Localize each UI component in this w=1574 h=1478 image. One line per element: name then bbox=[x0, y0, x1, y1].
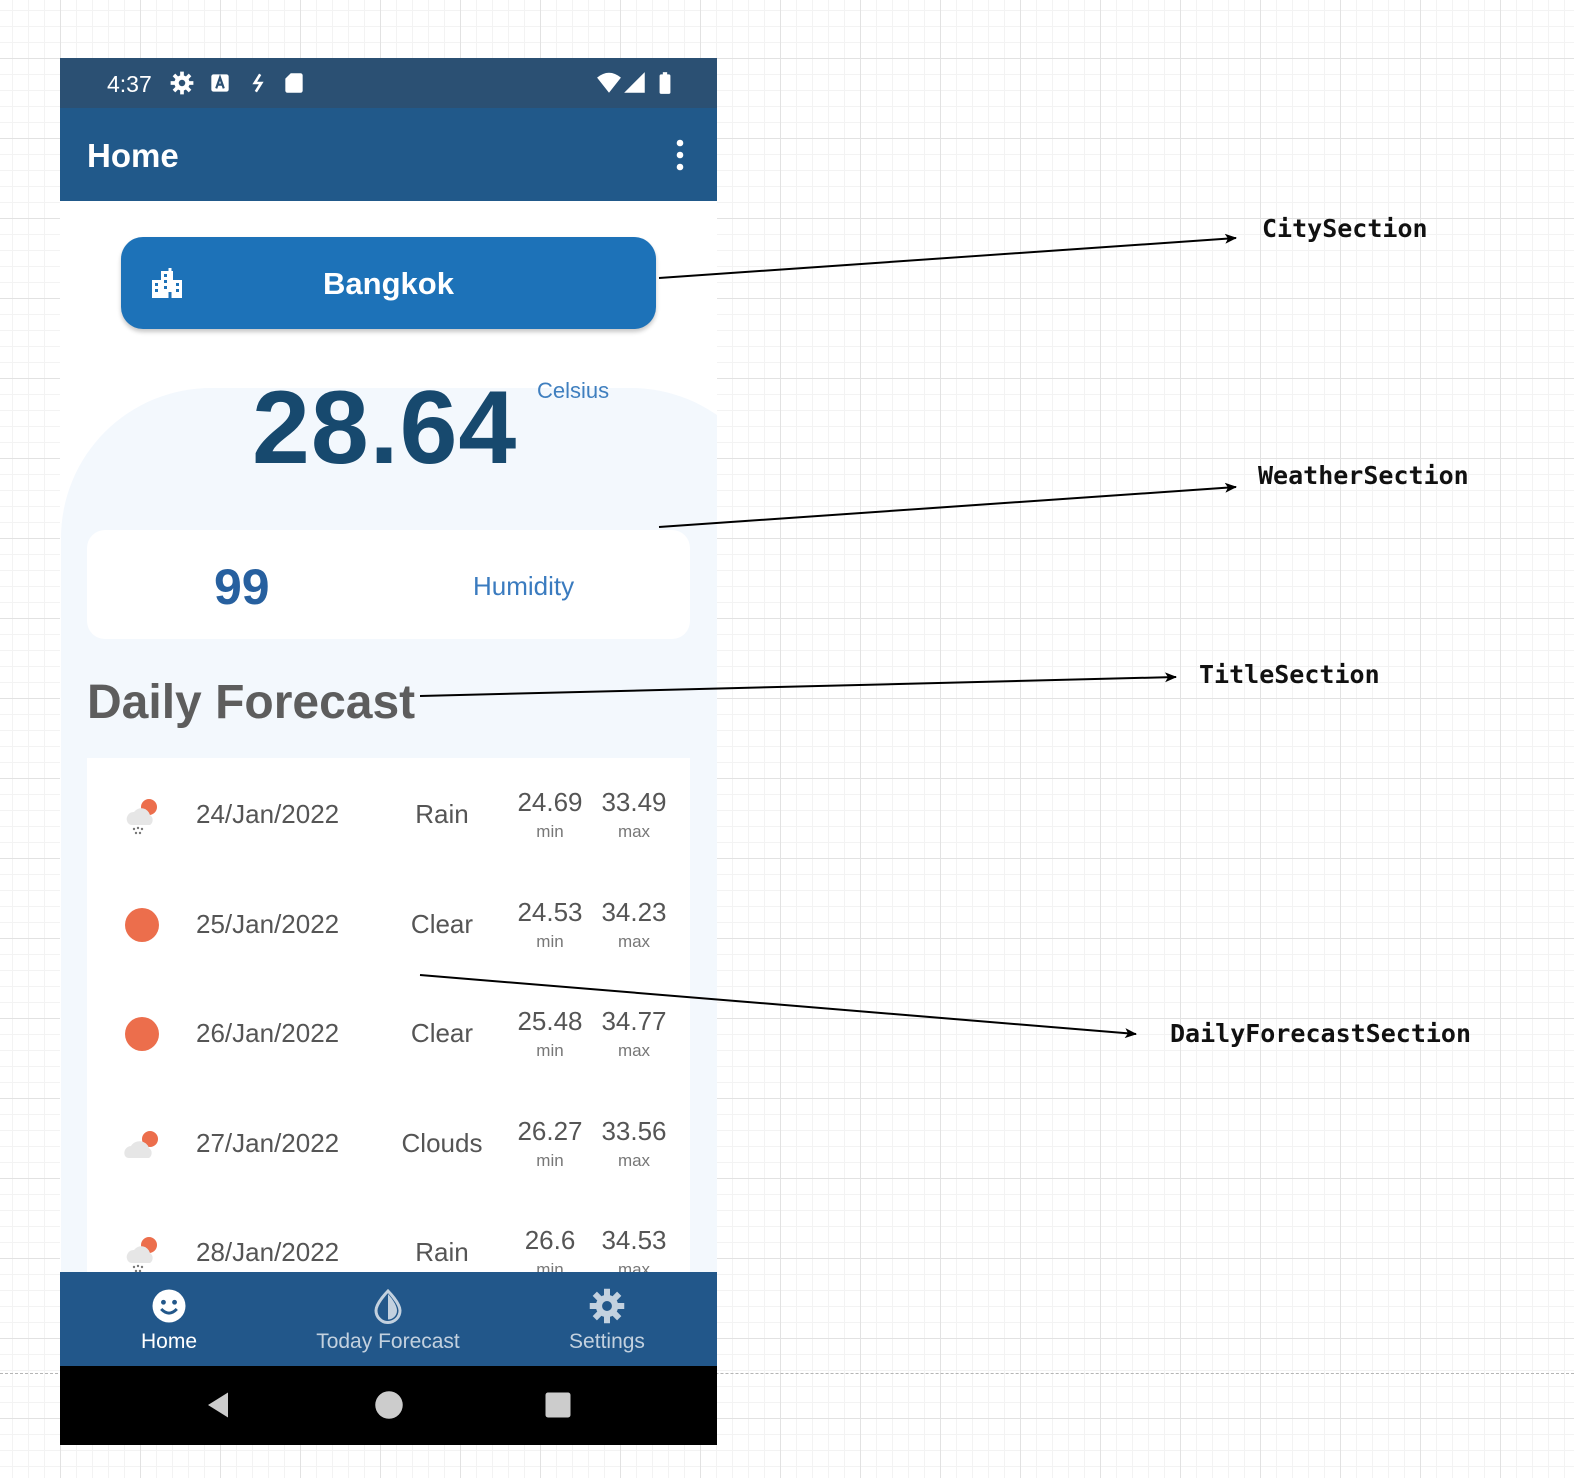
signal-status-icon bbox=[624, 72, 645, 93]
home-circle-icon[interactable] bbox=[374, 1390, 404, 1420]
forecast-date: 27/Jan/2022 bbox=[196, 1128, 340, 1158]
status-bar: 4:37 bbox=[60, 58, 717, 108]
daily-forecast-list: 24/Jan/2022 Rain 24.69 33.49 min max 25/… bbox=[87, 758, 690, 1272]
battery-status-icon bbox=[659, 72, 671, 94]
forecast-max-value: 33.49 bbox=[601, 787, 667, 817]
forecast-description: Clear bbox=[410, 1018, 474, 1048]
phone-screen: 4:37 Home Bangkok 28.64 Celsius 99 Humid… bbox=[60, 58, 717, 1445]
app-bar: Home bbox=[60, 108, 717, 201]
nav-settings[interactable]: Settings bbox=[538, 1272, 676, 1366]
bottom-navigation: Home Today Forecast Settings bbox=[60, 1272, 717, 1366]
forecast-date: 24/Jan/2022 bbox=[196, 799, 340, 829]
city-name: Bangkok bbox=[323, 266, 454, 301]
temperature-value: 28.64 bbox=[252, 370, 518, 486]
forecast-max-label: max bbox=[617, 932, 651, 951]
forecast-min-label: min bbox=[536, 1041, 564, 1060]
rain-icon bbox=[126, 799, 157, 835]
forecast-max-value: 34.23 bbox=[601, 897, 667, 927]
recents-icon[interactable] bbox=[543, 1390, 573, 1420]
sun-icon bbox=[125, 1017, 159, 1051]
humidity-label: Humidity bbox=[473, 571, 575, 601]
sun-icon bbox=[125, 908, 159, 942]
city-button[interactable]: Bangkok bbox=[121, 237, 656, 329]
forecast-max-value: 34.77 bbox=[601, 1006, 667, 1036]
humidity-value: 99 bbox=[214, 559, 270, 615]
city-section-arrow bbox=[658, 233, 1237, 279]
forecast-min-label: min bbox=[536, 1260, 564, 1272]
forecast-date: 26/Jan/2022 bbox=[196, 1018, 340, 1048]
forecast-row[interactable]: 24/Jan/2022 Rain 24.69 33.49 min max bbox=[87, 758, 690, 867]
home-content: Bangkok 28.64 Celsius 99 Humidity Daily … bbox=[60, 201, 717, 1272]
humidity-card: 99 Humidity bbox=[87, 530, 690, 639]
forecast-min-label: min bbox=[536, 822, 564, 841]
status-time: 4:37 bbox=[107, 71, 152, 97]
forecast-min-value: 25.48 bbox=[517, 1006, 583, 1036]
app-bar-title: Home bbox=[87, 137, 179, 174]
system-navigation-bar bbox=[60, 1366, 717, 1445]
forecast-max-label: max bbox=[617, 1041, 651, 1060]
forecast-min-value: 24.69 bbox=[517, 787, 583, 817]
title-section-label: TitleSection bbox=[1199, 660, 1380, 689]
forecast-max-label: max bbox=[617, 1151, 651, 1170]
rain-icon bbox=[126, 1237, 157, 1272]
weather-section-arrow bbox=[658, 482, 1237, 528]
daily-forecast-section-label: DailyForecastSection bbox=[1170, 1019, 1472, 1048]
forecast-max-label: max bbox=[617, 1260, 651, 1272]
keyboard-status-icon bbox=[211, 74, 229, 92]
forecast-min-label: min bbox=[536, 932, 564, 951]
forecast-description: Rain bbox=[415, 1237, 469, 1267]
forecast-max-value: 34.53 bbox=[601, 1225, 667, 1255]
forecast-description: Clear bbox=[410, 909, 474, 939]
forecast-max-value: 33.56 bbox=[601, 1116, 667, 1146]
wifi-status-icon bbox=[597, 72, 621, 93]
back-icon[interactable] bbox=[203, 1390, 233, 1420]
gear-icon bbox=[589, 1288, 625, 1324]
smiley-icon bbox=[152, 1289, 186, 1323]
city-section-label: CitySection bbox=[1262, 214, 1428, 243]
overflow-menu-icon[interactable] bbox=[668, 136, 692, 176]
forecast-row[interactable]: 26/Jan/2022 Clear 25.48 34.77 min max bbox=[87, 977, 690, 1086]
weather-section-label: WeatherSection bbox=[1258, 461, 1469, 490]
clouds-icon bbox=[124, 1131, 158, 1158]
forecast-min-value: 24.53 bbox=[517, 897, 583, 927]
settings-status-icon bbox=[170, 71, 194, 95]
nav-home[interactable]: Home bbox=[107, 1272, 231, 1366]
forecast-date: 25/Jan/2022 bbox=[196, 909, 340, 939]
daily-forecast-title: Daily Forecast bbox=[87, 676, 416, 729]
nav-settings-label: Settings bbox=[569, 1330, 645, 1353]
forecast-max-label: max bbox=[617, 822, 651, 841]
sdcard-status-icon bbox=[285, 73, 303, 93]
forecast-min-label: min bbox=[536, 1151, 564, 1170]
forecast-min-value: 26.6 bbox=[524, 1225, 576, 1255]
nav-today-forecast[interactable]: Today Forecast bbox=[293, 1272, 483, 1366]
temperature-unit: Celsius bbox=[537, 378, 610, 403]
nav-today-forecast-label: Today Forecast bbox=[316, 1330, 460, 1353]
forecast-row[interactable]: 28/Jan/2022 Rain 26.6 34.53 min max bbox=[87, 1196, 690, 1272]
nav-home-label: Home bbox=[140, 1330, 198, 1353]
forecast-description: Rain bbox=[415, 799, 469, 829]
forecast-min-value: 26.27 bbox=[517, 1116, 583, 1146]
forecast-row[interactable]: 25/Jan/2022 Clear 24.53 34.23 min max bbox=[87, 868, 690, 977]
drop-icon bbox=[374, 1288, 402, 1324]
sync-status-icon bbox=[252, 73, 264, 93]
forecast-date: 28/Jan/2022 bbox=[196, 1237, 340, 1267]
forecast-row[interactable]: 27/Jan/2022 Clouds 26.27 33.56 min max bbox=[87, 1087, 690, 1196]
forecast-description: Clouds bbox=[401, 1128, 483, 1158]
